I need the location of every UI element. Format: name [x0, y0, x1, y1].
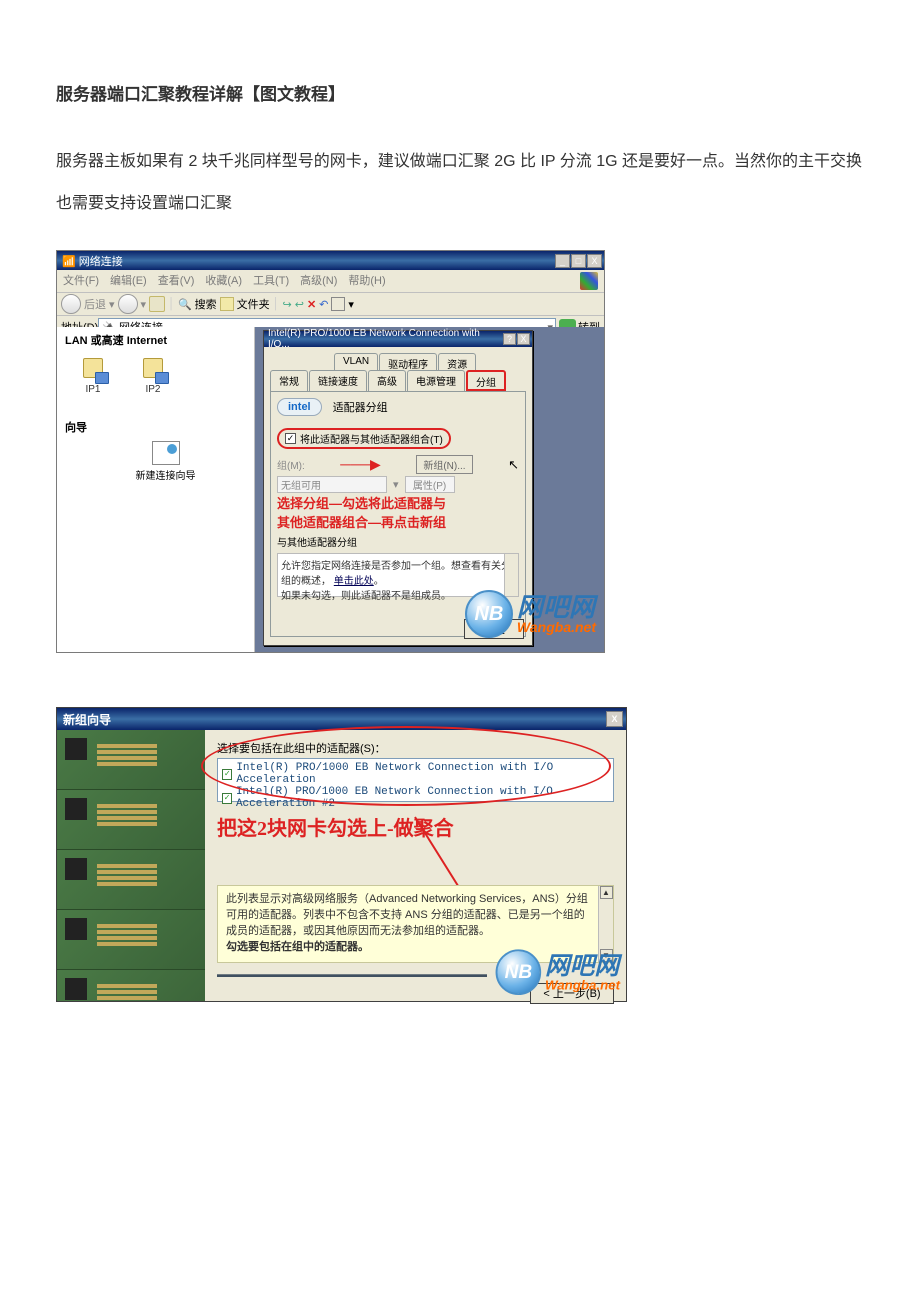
- dialog-close-button[interactable]: X: [517, 333, 530, 345]
- desc-text-2: 如果未勾选，则此适配器不是组成员。: [281, 591, 451, 602]
- doc-title: 服务器端口汇聚教程详解【图文教程】: [56, 80, 864, 105]
- menu-fav[interactable]: 收藏(A): [205, 272, 242, 290]
- checkbox-icon[interactable]: ✓: [285, 433, 296, 444]
- scroll-up-icon[interactable]: ▲: [600, 886, 613, 899]
- maximize-button[interactable]: □: [571, 254, 586, 268]
- wizard-titlebar: 新组向导 X: [57, 708, 626, 730]
- dialog-titlebar: Intel(R) PRO/1000 EB Network Connection …: [264, 331, 532, 347]
- search-label: 搜索: [195, 296, 217, 312]
- properties-button[interactable]: 属性(P): [405, 476, 455, 493]
- nic-2-label: IP2: [139, 384, 167, 395]
- folder-icon: 📶 网络连接: [62, 253, 123, 269]
- delete-icon[interactable]: ✕: [307, 298, 316, 311]
- combine-adapters-option[interactable]: ✓ 将此适配器与其他适配器组合(T): [277, 428, 451, 449]
- nic-icon: [79, 354, 107, 382]
- pcb-graphic: [57, 970, 205, 1001]
- screenshot-2: 新组向导 X 选择要包括在此组中的适配器(S)： ✓ Intel(R) PRO/…: [56, 707, 627, 1002]
- pcb-graphic: [57, 730, 205, 790]
- forward-button[interactable]: [118, 294, 138, 314]
- nic-2[interactable]: IP2: [139, 354, 167, 395]
- tab-power[interactable]: 电源管理: [407, 370, 465, 391]
- section-label: 适配器分组: [333, 402, 388, 414]
- wizard-icon: [152, 441, 180, 465]
- menu-tools[interactable]: 工具(T): [253, 272, 289, 290]
- wizard-close-button[interactable]: X: [606, 711, 623, 727]
- group-label: 组(M):: [277, 457, 305, 472]
- nic-icon: [139, 354, 167, 382]
- dialog-title-text: Intel(R) PRO/1000 EB Network Connection …: [268, 328, 502, 350]
- tab-vlan[interactable]: VLAN: [334, 353, 378, 371]
- copy-icon[interactable]: ↩: [295, 298, 304, 311]
- close-button[interactable]: X: [587, 254, 602, 268]
- screenshot-1: 📶 网络连接 _ □ X 文件(F) 编辑(E) 查看(V) 收藏(A) 工具(…: [56, 250, 605, 653]
- logo-cn: 网吧网: [545, 953, 620, 978]
- up-folder-icon[interactable]: [149, 296, 165, 312]
- move-icon[interactable]: ↪: [283, 298, 292, 311]
- nic-1[interactable]: IP1: [79, 354, 107, 395]
- logo-en: Wangba.net: [517, 620, 596, 634]
- info-text-2: 勾选要包括在组中的适配器。: [226, 941, 369, 953]
- logo-mark: NB: [495, 950, 541, 996]
- watermark-logo: NB 网吧网 Wangba.net: [465, 590, 596, 638]
- tab-resources[interactable]: 资源: [438, 353, 476, 371]
- info-text-1: 此列表显示对高级网络服务（Advanced Networking Service…: [226, 893, 588, 937]
- toolbar: 后退 ▾ ▾ │ 🔍 搜索 文件夹 │ ↪ ↩ ✕ ↶ ▾: [57, 292, 604, 316]
- views-icon[interactable]: [331, 297, 345, 311]
- pcb-graphic: [57, 790, 205, 850]
- doc-body: 服务器主板如果有 2 块千兆同样型号的网卡，建议做端口汇聚 2G 比 IP 分流…: [56, 141, 864, 224]
- back-label: 后退: [84, 296, 106, 312]
- back-button[interactable]: [61, 294, 81, 314]
- menu-file[interactable]: 文件(F): [63, 272, 99, 290]
- group-select[interactable]: 无组可用: [277, 476, 387, 493]
- annotation-line-2: 其他适配器组合—再点击新组: [277, 515, 519, 531]
- combine-adapters-label: 将此适配器与其他适配器组合(T): [300, 431, 443, 446]
- tab-advanced[interactable]: 高级: [368, 370, 406, 391]
- menu-edit[interactable]: 编辑(E): [110, 272, 147, 290]
- folders-label: 文件夹: [237, 296, 270, 312]
- desc-text-1: 允许您指定网络连接是否参加一个组。想查看有关分组的概述，: [281, 561, 511, 587]
- logo-cn: 网吧网: [517, 594, 596, 620]
- windows-flag-icon: [580, 272, 598, 290]
- logo-mark: NB: [465, 590, 513, 638]
- wizard-header: 向导: [65, 419, 248, 435]
- logo-en: Wangba.net: [545, 978, 620, 991]
- tab-general[interactable]: 常规: [270, 370, 308, 391]
- annotation-line-1: 选择分组—勾选将此适配器与: [277, 496, 519, 512]
- help-button[interactable]: ?: [503, 333, 516, 345]
- menu-help[interactable]: 帮助(H): [348, 272, 385, 290]
- window-title-text: 网络连接: [79, 256, 123, 268]
- watermark-logo: NB 网吧网 Wangba.net: [495, 950, 620, 996]
- new-conn-wizard[interactable]: 新建连接向导: [83, 441, 248, 482]
- red-oval-annotation: [201, 726, 611, 806]
- window-titlebar: 📶 网络连接 _ □ X: [57, 251, 604, 270]
- cursor-icon: ↖: [508, 457, 519, 473]
- menu-view[interactable]: 查看(V): [158, 272, 195, 290]
- nic-1-label: IP1: [79, 384, 107, 395]
- tab-link[interactable]: 链接速度: [309, 370, 367, 391]
- menubar: 文件(F) 编辑(E) 查看(V) 收藏(A) 工具(T) 高级(N) 帮助(H…: [57, 270, 604, 292]
- wizard-sidebar: [57, 730, 205, 1001]
- folders-icon[interactable]: [220, 297, 234, 311]
- pcb-graphic: [57, 850, 205, 910]
- undo-icon[interactable]: ↶: [319, 298, 328, 311]
- minimize-button[interactable]: _: [555, 254, 570, 268]
- wizard-label: 新建连接向导: [83, 467, 248, 482]
- menu-adv[interactable]: 高级(N): [300, 272, 337, 290]
- magnifier-icon[interactable]: 🔍: [178, 298, 192, 311]
- lan-header: LAN 或高速 Internet: [65, 332, 248, 348]
- new-group-button[interactable]: 新组(N)...: [416, 455, 472, 474]
- left-pane: LAN 或高速 Internet IP1 IP2 向导 新建连接向导: [57, 327, 255, 652]
- sub-header: 与其他适配器分组: [277, 534, 519, 549]
- desc-link[interactable]: 单击此处: [334, 576, 374, 587]
- checkbox-icon[interactable]: ✓: [222, 793, 232, 804]
- wizard-title-text: 新组向导: [63, 711, 111, 728]
- tab-driver[interactable]: 驱动程序: [379, 353, 437, 371]
- tab-teaming[interactable]: 分组: [466, 370, 506, 391]
- pcb-graphic: [57, 910, 205, 970]
- intel-logo: intel: [277, 398, 322, 416]
